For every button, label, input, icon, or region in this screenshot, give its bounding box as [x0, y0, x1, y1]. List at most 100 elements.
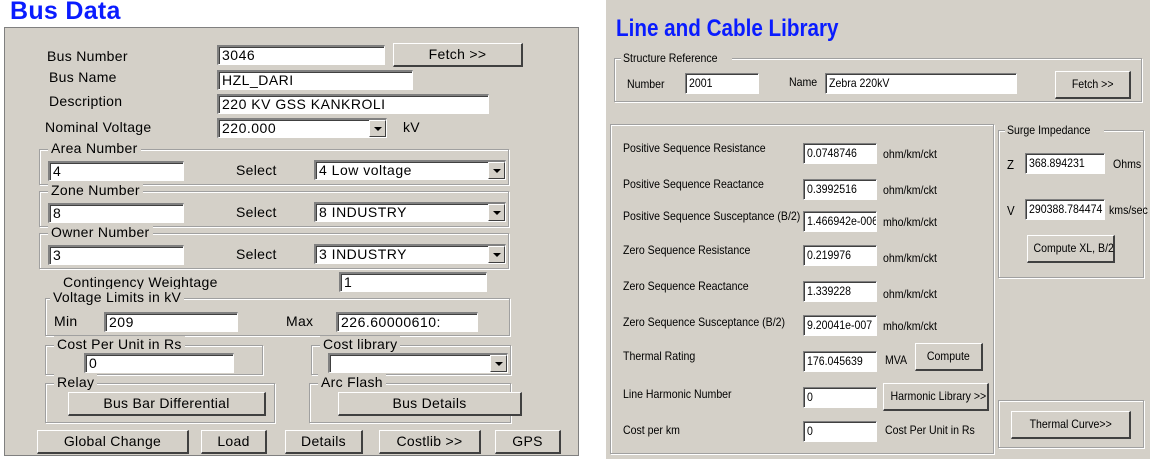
cost-per-km-input[interactable]: 0 [803, 421, 877, 442]
name-label: Name [789, 75, 818, 89]
details-button[interactable]: Details [285, 430, 363, 454]
bus-number-label: Bus Number [47, 48, 128, 64]
line-library-title: Line and Cable Library [616, 15, 839, 42]
v-label: V [1007, 203, 1015, 218]
cost-per-km-label: Cost per km [623, 423, 680, 437]
nominal-voltage-value: 220.000 [222, 120, 277, 136]
area-select[interactable]: 4 Low voltage [314, 160, 506, 180]
positive-sequence-reactance-unit: ohm/km/ckt [883, 183, 937, 197]
structure-fetch-button[interactable]: Fetch >> [1055, 71, 1131, 99]
zone-select[interactable]: 8 INDUSTRY [314, 202, 506, 222]
zero-sequence-reactance-input[interactable]: 1.339228 [803, 281, 877, 302]
positive-sequence-susceptance-label: Positive Sequence Susceptance (B/2) [623, 209, 801, 223]
zone-number-group-label: Zone Number [48, 182, 143, 198]
bus-data-panel: Bus Number 3046 Fetch >> Bus Name HZL_DA… [4, 27, 579, 456]
cost-per-unit-input[interactable]: 0 [84, 353, 234, 373]
owner-select[interactable]: 3 INDUSTRY [314, 244, 506, 264]
cost-per-km-unit: Cost Per Unit in Rs [885, 423, 975, 437]
zone-select-label: Select [236, 204, 277, 220]
description-label: Description [49, 93, 123, 109]
global-change-button[interactable]: Global Change [37, 430, 189, 454]
thermal-curve-button[interactable]: Thermal Curve>> [1011, 411, 1131, 439]
surge-v-input[interactable]: 290388.784474 [1025, 199, 1105, 220]
thermal-curve-group: Thermal Curve>> [998, 400, 1144, 448]
bus-bar-differential-button[interactable]: Bus Bar Differential [68, 392, 266, 416]
zero-sequence-reactance-label: Zero Sequence Reactance [623, 279, 749, 293]
area-number-input[interactable]: 4 [48, 161, 184, 181]
z-unit: Ohms [1113, 157, 1142, 171]
area-select-value: 4 Low voltage [319, 162, 412, 178]
chevron-down-icon[interactable] [488, 204, 505, 221]
max-label: Max [286, 313, 314, 329]
gps-button[interactable]: GPS [495, 430, 561, 454]
load-button[interactable]: Load [201, 430, 267, 454]
v-unit: kms/sec [1109, 203, 1148, 217]
relay-group: Relay Bus Bar Differential [45, 374, 275, 423]
positive-sequence-resistance-label: Positive Sequence Resistance [623, 141, 766, 155]
line-harmonic-number-input[interactable]: 0 [803, 387, 877, 408]
bus-number-input[interactable]: 3046 [217, 45, 385, 65]
bus-data-dialog: Bus Data Bus Number 3046 Fetch >> Bus Na… [0, 0, 580, 459]
bus-data-title: Bus Data [10, 0, 121, 25]
chevron-down-icon[interactable] [488, 162, 505, 179]
owner-number-group-label: Owner Number [48, 224, 153, 240]
owner-select-label: Select [236, 246, 277, 262]
line-harmonic-number-label: Line Harmonic Number [623, 387, 732, 401]
number-label: Number [627, 77, 665, 91]
thermal-rating-unit: MVA [885, 353, 908, 367]
chevron-down-icon[interactable] [488, 246, 505, 263]
surge-impedance-group-label: Surge Impedance [1005, 123, 1104, 137]
line-parameters-group: Positive Sequence Resistance 0.0748746 o… [610, 124, 994, 454]
voltage-limits-group-label: Voltage Limits in kV [50, 289, 185, 305]
nominal-voltage-unit: kV [403, 119, 420, 135]
zero-sequence-resistance-input[interactable]: 0.219976 [803, 245, 877, 266]
contingency-input[interactable]: 1 [339, 272, 487, 292]
area-number-group: Area Number 4 Select 4 Low voltage [39, 140, 509, 185]
bus-name-input[interactable]: HZL_DARI [217, 70, 413, 90]
surge-z-input[interactable]: 368.894231 [1025, 153, 1105, 174]
z-label: Z [1007, 157, 1014, 172]
fetch-button[interactable]: Fetch >> [393, 43, 523, 67]
cost-library-select[interactable] [328, 353, 508, 373]
relay-group-label: Relay [54, 374, 98, 390]
positive-sequence-susceptance-input[interactable]: 1.466942e-006 [803, 211, 877, 232]
bus-name-label: Bus Name [49, 69, 117, 85]
structure-reference-group-label: Structure Reference [621, 51, 733, 65]
contingency-label: Contingency Weightage [63, 274, 218, 290]
structure-name-input[interactable]: Zebra 220kV [825, 73, 1017, 94]
owner-number-input[interactable]: 3 [48, 245, 184, 265]
compute-xl-b2-button[interactable]: Compute XL, B/2 [1027, 235, 1115, 263]
thermal-rating-input[interactable]: 176.045639 [803, 351, 877, 372]
harmonic-library-button[interactable]: Harmonic Library >> [883, 383, 989, 411]
zone-number-input[interactable]: 8 [48, 203, 184, 223]
positive-sequence-reactance-input[interactable]: 0.3992516 [803, 179, 877, 200]
zero-sequence-resistance-label: Zero Sequence Resistance [623, 243, 751, 257]
nominal-voltage-label: Nominal Voltage [45, 119, 152, 135]
nominal-voltage-select[interactable]: 220.000 [217, 118, 387, 138]
positive-sequence-resistance-input[interactable]: 0.0748746 [803, 143, 877, 164]
max-voltage-input[interactable]: 226.60000610: [336, 312, 478, 332]
min-voltage-input[interactable]: 209 [104, 312, 238, 332]
chevron-down-icon[interactable] [369, 120, 386, 137]
description-input[interactable]: 220 KV GSS KANKROLI [217, 94, 489, 114]
min-label: Min [54, 313, 78, 329]
zero-sequence-susceptance-input[interactable]: 9.20041e-007 [803, 315, 877, 336]
arc-flash-group: Arc Flash Bus Details [309, 374, 522, 423]
structure-reference-group: Structure Reference Number 2001 Name Zeb… [614, 51, 1142, 102]
costlib-button[interactable]: Costlib >> [379, 430, 481, 454]
bus-details-button[interactable]: Bus Details [338, 392, 522, 416]
zero-sequence-resistance-unit: ohm/km/ckt [883, 251, 937, 265]
surge-impedance-group: Surge Impedance Z 368.894231 Ohms V 2903… [998, 123, 1148, 278]
zone-number-group: Zone Number 8 Select 8 INDUSTRY [39, 182, 509, 227]
arc-flash-group-label: Arc Flash [318, 374, 386, 390]
zero-sequence-reactance-unit: ohm/km/ckt [883, 287, 937, 301]
zero-sequence-susceptance-label: Zero Sequence Susceptance (B/2) [623, 315, 786, 329]
voltage-limits-group: Voltage Limits in kV Min 209 Max 226.600… [45, 289, 510, 336]
chevron-down-icon[interactable] [490, 355, 507, 372]
compute-button[interactable]: Compute [915, 343, 983, 371]
positive-sequence-susceptance-unit: mho/km/ckt [883, 215, 937, 229]
area-select-label: Select [236, 162, 277, 178]
positive-sequence-resistance-unit: ohm/km/ckt [883, 147, 937, 161]
cost-per-unit-group-label: Cost Per Unit in Rs [54, 336, 185, 352]
structure-number-input[interactable]: 2001 [685, 73, 759, 94]
